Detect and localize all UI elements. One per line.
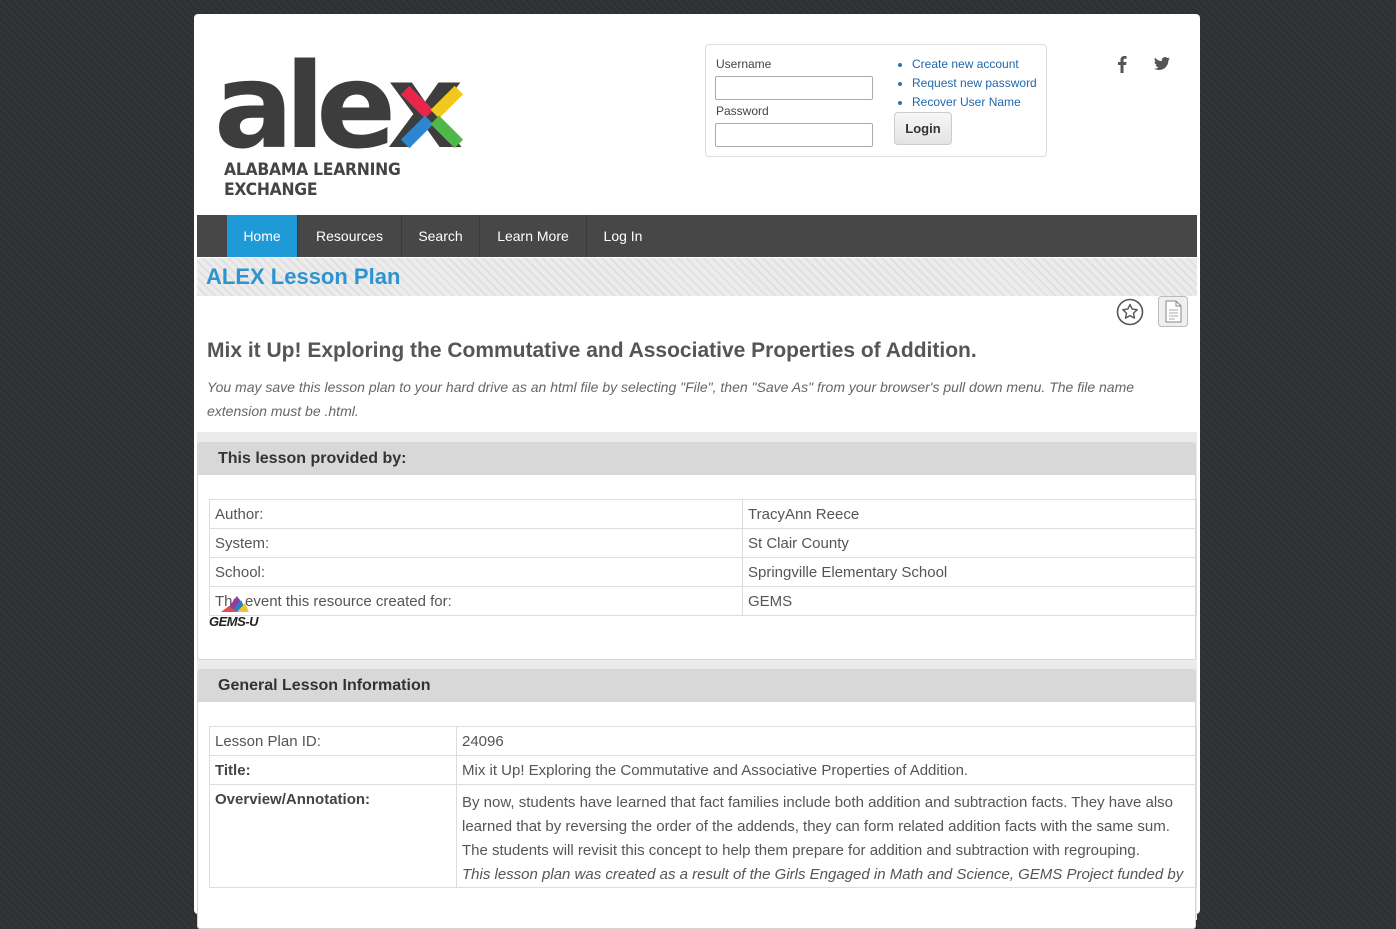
lesson-id-label: Lesson Plan ID: (209, 726, 457, 756)
logo-wordmark: alex (214, 42, 462, 157)
provided-by-panel: This lesson provided by: Author: TracyAn… (197, 442, 1197, 660)
provided-by-table: Author: TracyAnn Reece System: St Clair … (209, 499, 1197, 616)
main-nav: Home Resources Search Learn More Log In (197, 215, 1197, 257)
general-info-header: General Lesson Information (198, 670, 1195, 702)
table-row: School: Springville Elementary School (209, 557, 1197, 587)
system-value: St Clair County (742, 528, 1197, 558)
alex-logo[interactable]: alex ALABAMA LEARNING EXCHANGE (214, 42, 464, 200)
overview-value: By now, students have learned that fact … (456, 784, 1197, 888)
login-form: Username Password Create new account Req… (705, 44, 1047, 157)
general-info-panel: General Lesson Information Lesson Plan I… (197, 669, 1197, 929)
recover-username-link-text[interactable]: Recover User Name (912, 95, 1021, 109)
account-links: Create new account Request new password … (898, 55, 1037, 112)
system-label: System: (209, 528, 743, 558)
nav-learn-more[interactable]: Learn More (480, 215, 587, 257)
table-row: The event this resource created for: GEM… (209, 586, 1197, 616)
lesson-id-value: 24096 (456, 726, 1197, 756)
nav-search[interactable]: Search (402, 215, 480, 257)
event-label: The event this resource created for: (209, 586, 743, 616)
create-account-link-text[interactable]: Create new account (912, 57, 1019, 71)
overview-text: By now, students have learned that fact … (462, 794, 1173, 859)
overview-note: This lesson plan was created as a result… (462, 866, 1184, 883)
nav-log-in[interactable]: Log In (587, 215, 659, 257)
author-label: Author: (209, 499, 743, 529)
section-heading-bar: ALEX Lesson Plan (197, 258, 1197, 296)
table-row: Author: TracyAnn Reece (209, 499, 1197, 529)
gems-u-logo[interactable]: GEMS-U (209, 594, 269, 630)
login-button[interactable]: Login (894, 112, 952, 145)
table-row: Overview/Annotation: By now, students ha… (209, 784, 1197, 888)
password-label: Password (716, 104, 769, 118)
favorite-star-icon[interactable] (1116, 298, 1144, 326)
save-instructions: You may save this lesson plan to your ha… (207, 379, 1135, 419)
page-container: alex ALABAMA LEARNING EXCHANGE Username … (194, 14, 1200, 929)
school-label: School: (209, 557, 743, 587)
event-value: GEMS (742, 586, 1197, 616)
nav-resources[interactable]: Resources (298, 215, 402, 257)
facebook-icon[interactable] (1112, 54, 1132, 74)
table-row: System: St Clair County (209, 528, 1197, 558)
author-value: TracyAnn Reece (742, 499, 1197, 529)
table-row: Lesson Plan ID: 24096 (209, 726, 1197, 756)
general-info-table: Lesson Plan ID: 24096 Title: Mix it Up! … (209, 726, 1197, 888)
username-input[interactable] (715, 76, 873, 100)
request-password-link[interactable]: Request new password (912, 74, 1037, 93)
lesson-title: Mix it Up! Exploring the Commutative and… (207, 339, 977, 362)
table-row: Title: Mix it Up! Exploring the Commutat… (209, 755, 1197, 785)
gems-u-logo-text: GEMS-U (209, 614, 259, 629)
alex-logo-mark: alex (214, 42, 464, 157)
provided-by-header: This lesson provided by: (198, 443, 1195, 475)
recover-username-link[interactable]: Recover User Name (912, 93, 1037, 112)
title-value: Mix it Up! Exploring the Commutative and… (456, 755, 1197, 785)
password-input[interactable] (715, 123, 873, 147)
twitter-icon[interactable] (1152, 54, 1172, 74)
logo-subtitle: ALABAMA LEARNING EXCHANGE (224, 160, 401, 200)
title-label: Title: (209, 755, 457, 785)
nav-home[interactable]: Home (227, 215, 298, 257)
document-icon[interactable] (1158, 296, 1188, 327)
overview-label: Overview/Annotation: (209, 784, 457, 888)
create-account-link[interactable]: Create new account (912, 55, 1037, 74)
school-value: Springville Elementary School (742, 557, 1197, 587)
username-label: Username (716, 57, 772, 71)
request-password-link-text[interactable]: Request new password (912, 76, 1037, 90)
section-title: ALEX Lesson Plan (206, 264, 401, 289)
